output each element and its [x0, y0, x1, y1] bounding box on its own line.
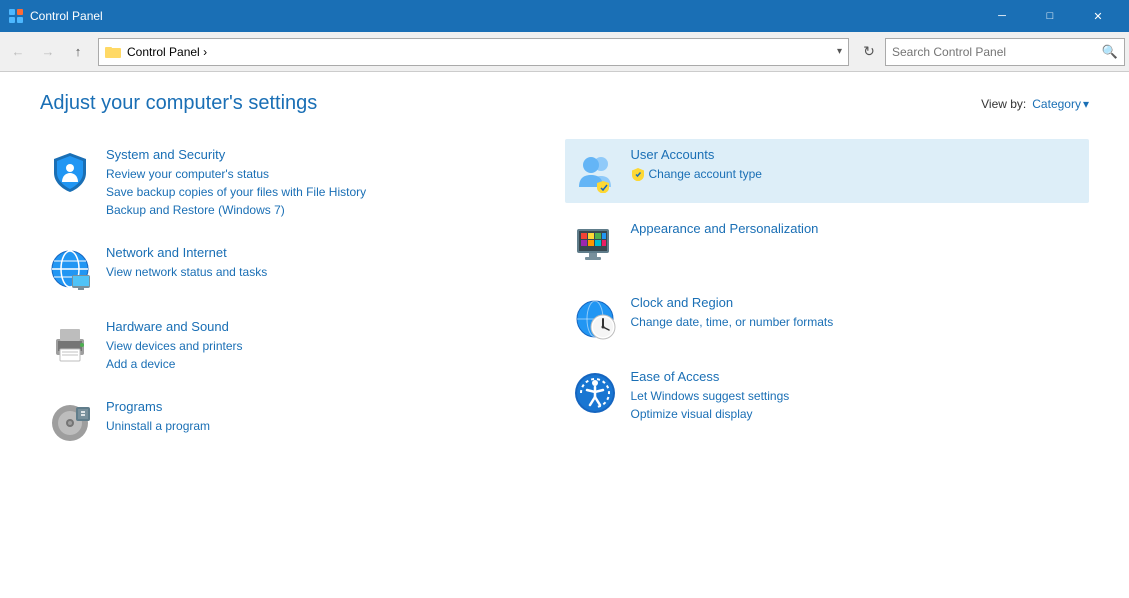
ease-of-access-link-2[interactable]: Optimize visual display [631, 405, 1084, 423]
appearance-personalization-title[interactable]: Appearance and Personalization [631, 221, 1084, 236]
left-column: System and Security Review your computer… [40, 139, 565, 455]
hardware-sound-link-2[interactable]: Add a device [106, 355, 559, 373]
system-security-item[interactable]: System and Security Review your computer… [40, 139, 565, 227]
app-icon [8, 8, 24, 24]
clock-region-title[interactable]: Clock and Region [631, 295, 1084, 310]
page-title: Adjust your computer's settings [40, 92, 317, 115]
title-bar-left: Control Panel [8, 8, 103, 24]
items-grid: System and Security Review your computer… [40, 139, 1089, 455]
ease-of-access-item[interactable]: Ease of Access Let Windows suggest setti… [565, 361, 1090, 431]
ease-of-access-link-1[interactable]: Let Windows suggest settings [631, 387, 1084, 405]
clock-region-text: Clock and Region Change date, time, or n… [631, 295, 1084, 331]
view-by-value[interactable]: Category ▾ [1032, 97, 1089, 111]
appearance-icon [571, 221, 619, 269]
main-content: Adjust your computer's settings View by:… [0, 72, 1129, 598]
window-title: Control Panel [30, 9, 103, 23]
hardware-sound-title[interactable]: Hardware and Sound [106, 319, 559, 334]
user-accounts-text: User Accounts Change account type [631, 147, 1084, 183]
window-controls: ─ □ ✕ [979, 0, 1121, 32]
appearance-personalization-text: Appearance and Personalization [631, 221, 1084, 239]
programs-text: Programs Uninstall a program [106, 399, 559, 435]
network-internet-text: Network and Internet View network status… [106, 245, 559, 281]
user-accounts-icon [571, 147, 619, 195]
network-internet-link-1[interactable]: View network status and tasks [106, 263, 559, 281]
refresh-button[interactable]: ↻ [855, 38, 883, 66]
search-icon: 🔍 [1102, 44, 1118, 60]
programs-link-1[interactable]: Uninstall a program [106, 417, 559, 435]
view-by-chevron-icon: ▾ [1083, 97, 1089, 111]
network-internet-title[interactable]: Network and Internet [106, 245, 559, 260]
minimize-button[interactable]: ─ [979, 0, 1025, 32]
hardware-sound-icon [46, 319, 94, 367]
up-button[interactable]: ↑ [64, 38, 92, 66]
clock-region-item[interactable]: Clock and Region Change date, time, or n… [565, 287, 1090, 351]
system-security-icon [46, 147, 94, 195]
user-accounts-item[interactable]: User Accounts Change account type [565, 139, 1090, 203]
address-breadcrumb: Control Panel › [127, 45, 831, 59]
view-by-label: View by: [981, 97, 1026, 111]
user-accounts-link-1[interactable]: Change account type [649, 165, 762, 183]
system-security-text: System and Security Review your computer… [106, 147, 559, 219]
search-box[interactable]: 🔍 [885, 38, 1125, 66]
address-bar: ← → ↑ Control Panel › ▾ ↻ 🔍 [0, 32, 1129, 72]
network-internet-item[interactable]: Network and Internet View network status… [40, 237, 565, 301]
system-security-title[interactable]: System and Security [106, 147, 559, 162]
clock-region-icon [571, 295, 619, 343]
user-accounts-title[interactable]: User Accounts [631, 147, 1084, 162]
hardware-sound-text: Hardware and Sound View devices and prin… [106, 319, 559, 373]
ease-of-access-title[interactable]: Ease of Access [631, 369, 1084, 384]
ease-of-access-text: Ease of Access Let Windows suggest setti… [631, 369, 1084, 423]
programs-title[interactable]: Programs [106, 399, 559, 414]
right-column: User Accounts Change account type [565, 139, 1090, 455]
close-button[interactable]: ✕ [1075, 0, 1121, 32]
system-security-link-1[interactable]: Review your computer's status [106, 165, 559, 183]
top-row: Adjust your computer's settings View by:… [40, 92, 1089, 115]
network-internet-icon [46, 245, 94, 293]
programs-icon [46, 399, 94, 447]
system-security-link-2[interactable]: Save backup copies of your files with Fi… [106, 183, 559, 201]
forward-button[interactable]: → [34, 38, 62, 66]
back-button[interactable]: ← [4, 38, 32, 66]
hardware-sound-item[interactable]: Hardware and Sound View devices and prin… [40, 311, 565, 381]
hardware-sound-link-1[interactable]: View devices and printers [106, 337, 559, 355]
shield-icon-small [631, 167, 645, 181]
folder-icon [105, 44, 121, 60]
view-by-control: View by: Category ▾ [981, 97, 1089, 111]
address-bar-input[interactable]: Control Panel › ▾ [98, 38, 849, 66]
programs-item[interactable]: Programs Uninstall a program [40, 391, 565, 455]
view-by-category: Category [1032, 97, 1081, 111]
address-dropdown-arrow[interactable]: ▾ [837, 46, 842, 57]
clock-region-link-1[interactable]: Change date, time, or number formats [631, 313, 1084, 331]
system-security-link-3[interactable]: Backup and Restore (Windows 7) [106, 201, 559, 219]
title-bar: Control Panel ─ □ ✕ [0, 0, 1129, 32]
breadcrumb-arrow: › [203, 45, 207, 59]
appearance-personalization-item[interactable]: Appearance and Personalization [565, 213, 1090, 277]
ease-of-access-icon [571, 369, 619, 417]
breadcrumb-text: Control Panel [127, 45, 200, 59]
search-input[interactable] [892, 45, 1098, 59]
maximize-button[interactable]: □ [1027, 0, 1073, 32]
